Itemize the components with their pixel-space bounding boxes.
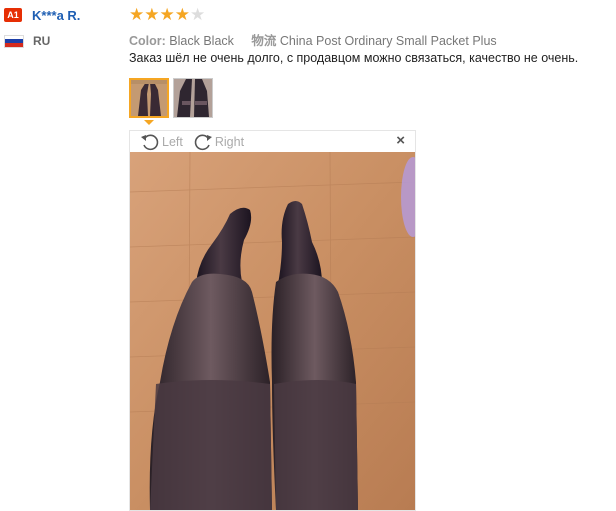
star-icon: ★ <box>190 4 206 24</box>
photo-thumbnail[interactable] <box>173 78 213 118</box>
star-icon: ★ <box>144 4 160 24</box>
review-text: Заказ шёл не очень долго, с продавцом мо… <box>129 51 579 65</box>
review-content: ★ ★ ★ ★ ★ Color: Black Black 物流 China Po… <box>129 4 614 125</box>
star-icon: ★ <box>174 4 190 24</box>
review-photo <box>130 152 415 510</box>
buyer-level-badge: A1 <box>4 8 22 22</box>
shipping-label: 物流 <box>251 34 277 48</box>
photo-viewer-toolbar: Left Right × <box>130 131 415 152</box>
photo-thumbnail[interactable] <box>129 78 169 118</box>
color-value: Black Black <box>169 34 234 48</box>
reviewer-name-row: A1 K***a R. <box>4 6 124 24</box>
close-icon[interactable]: × <box>396 133 405 148</box>
russia-flag-icon <box>4 34 24 48</box>
rotate-right-button[interactable]: Right <box>193 133 244 151</box>
rotate-right-label: Right <box>214 134 245 149</box>
rotate-left-icon <box>141 134 159 150</box>
shipping-value: China Post Ordinary Small Packet Plus <box>279 34 497 48</box>
color-label: Color: <box>129 34 166 48</box>
reviewer-country-row: RU <box>4 32 124 50</box>
star-rating: ★ ★ ★ ★ ★ <box>129 4 614 24</box>
star-icon: ★ <box>129 4 145 24</box>
reviewer-country: RU <box>33 34 51 48</box>
reviewer-info: A1 K***a R. RU <box>4 6 124 50</box>
review-photo-thumbnails <box>129 78 614 125</box>
order-info: Color: Black Black 物流 China Post Ordinar… <box>129 30 614 48</box>
rotate-right-icon <box>194 134 212 150</box>
reviewer-name[interactable]: K***a R. <box>32 8 80 23</box>
rotate-left-button[interactable]: Left <box>140 133 183 151</box>
star-icon: ★ <box>159 4 175 24</box>
photo-viewer: Left Right × <box>129 130 416 511</box>
active-thumbnail-arrow <box>144 120 154 125</box>
rotate-left-label: Left <box>162 134 183 149</box>
